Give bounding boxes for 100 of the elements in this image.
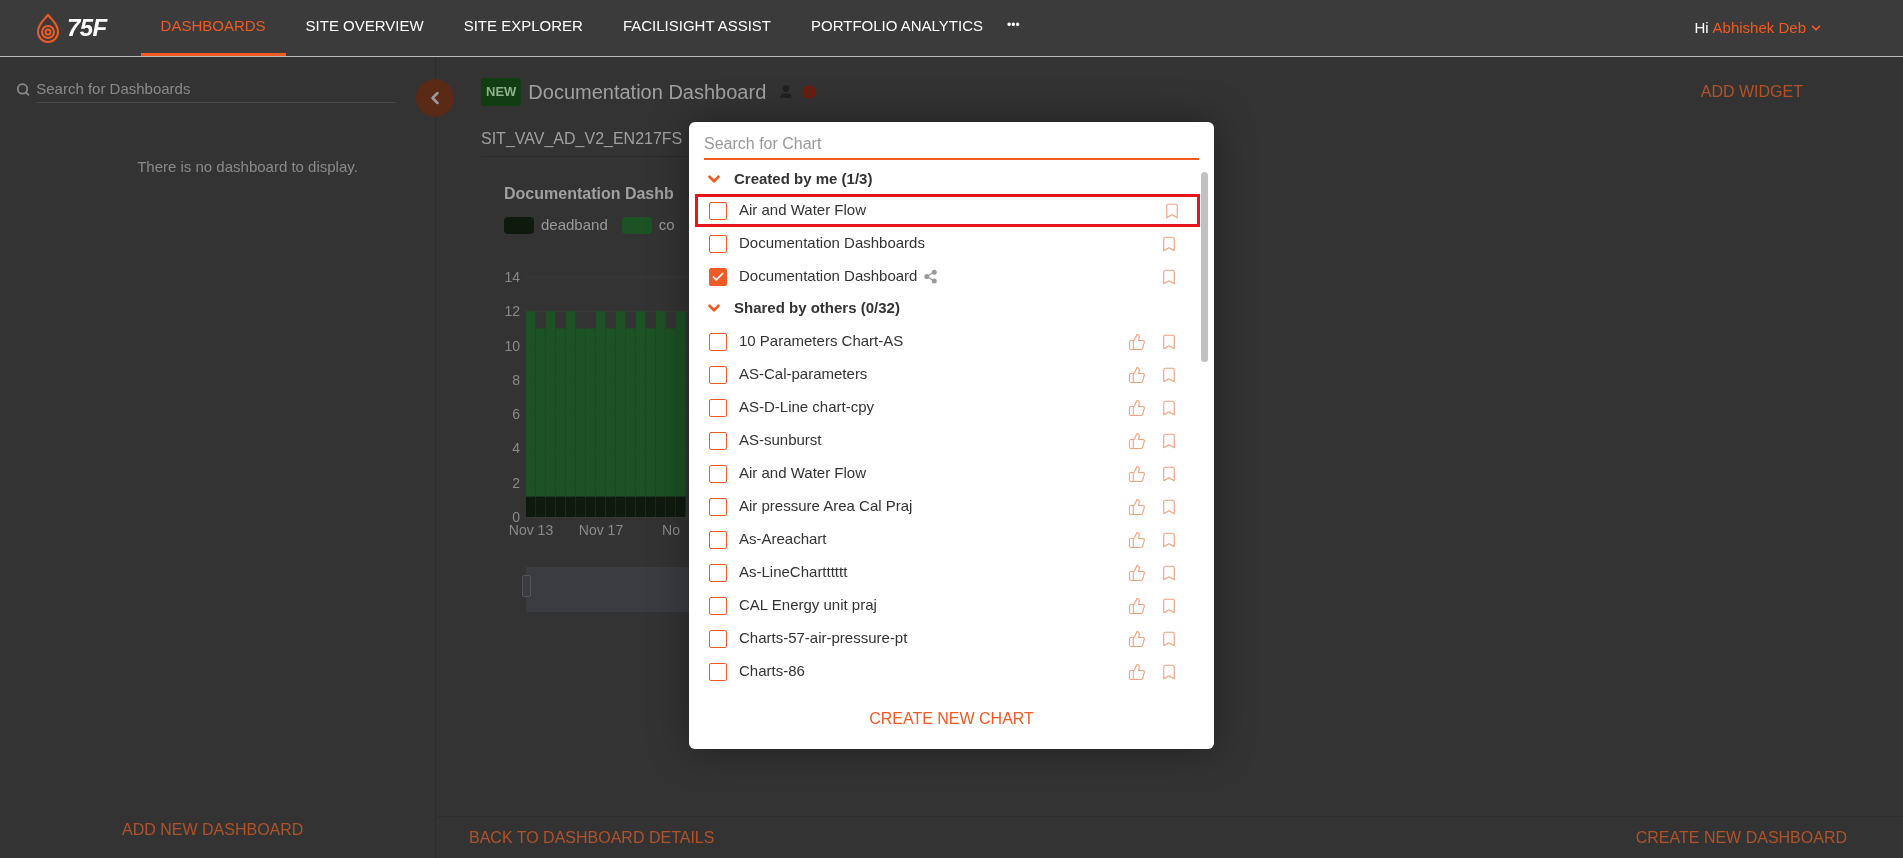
empty-message: There is no dashboard to display.	[136, 157, 359, 177]
chart-list-item[interactable]: CAL Energy unit praj	[689, 589, 1214, 622]
nav-tab[interactable]: SITE EXPLORER	[443, 0, 603, 56]
chart-list-item[interactable]: Charts-57-air-pressure-pt	[689, 622, 1214, 655]
thumbs-up-icon[interactable]	[1128, 464, 1146, 483]
checkbox[interactable]	[709, 596, 727, 615]
y-tick-label: 12	[504, 302, 520, 319]
checkbox[interactable]	[709, 267, 727, 286]
chart-list-item[interactable]: Documentation Dashboard	[689, 260, 1214, 293]
bookmark-icon[interactable]	[1160, 596, 1178, 615]
bookmark-icon[interactable]	[1163, 201, 1181, 220]
range-handle[interactable]	[522, 574, 531, 597]
chart-name: CAL Energy unit praj	[739, 595, 877, 616]
collapse-sidebar-button[interactable]	[416, 79, 454, 117]
bookmark-icon[interactable]	[1160, 530, 1178, 549]
checkbox[interactable]	[709, 398, 727, 417]
search-icon	[16, 81, 31, 97]
chart-list-item[interactable]: As-Areachart	[689, 523, 1214, 556]
bookmark-icon[interactable]	[1160, 464, 1178, 483]
chart-name: Air and Water Flow	[739, 200, 866, 221]
chart-name: As-Areachart	[739, 529, 827, 550]
chart-name: Documentation Dashboard	[739, 266, 918, 287]
chart-list-item[interactable]: AS-Cal-parameters	[689, 358, 1214, 391]
chart-name: Charts-86	[739, 661, 805, 682]
checkbox[interactable]	[709, 431, 727, 450]
scrollbar-thumb[interactable]	[1201, 172, 1208, 362]
chart-list-item[interactable]: As-LineChartttttt	[689, 556, 1214, 589]
thumbs-up-icon[interactable]	[1128, 365, 1146, 384]
checkbox[interactable]	[709, 563, 727, 582]
checkbox[interactable]	[709, 464, 727, 483]
chart-list-item[interactable]: Air pressure Area Cal Praj	[689, 490, 1214, 523]
info-icon	[800, 83, 819, 101]
nav-tab[interactable]: PORTFOLIO ANALYTICS	[791, 0, 1003, 56]
thumbs-up-icon[interactable]	[1128, 662, 1146, 681]
nav-tab[interactable]: SITE OVERVIEW	[285, 0, 444, 56]
more-button[interactable]: •••	[1007, 0, 1020, 56]
thumbs-up-icon[interactable]	[1128, 398, 1146, 417]
bookmark-icon[interactable]	[1160, 234, 1178, 253]
bookmark-icon[interactable]	[1160, 365, 1178, 384]
chart-list-item[interactable]: Air and Water Flow	[695, 194, 1200, 227]
bookmark-icon[interactable]	[1160, 332, 1178, 351]
checkbox[interactable]	[709, 530, 727, 549]
thumbs-up-icon[interactable]	[1128, 497, 1146, 516]
thumbs-up-icon[interactable]	[1128, 629, 1146, 648]
y-tick-label: 10	[504, 337, 520, 354]
thumbs-up-icon[interactable]	[1128, 530, 1146, 549]
bookmark-icon[interactable]	[1160, 267, 1178, 286]
nav-tab[interactable]: FACILISIGHT ASSIST	[602, 0, 791, 56]
chart-list-item[interactable]: Air and Water Flow	[689, 457, 1214, 490]
share-icon[interactable]	[923, 269, 939, 284]
y-tick-label: 14	[504, 268, 520, 285]
bookmark-icon[interactable]	[1160, 629, 1178, 648]
y-tick-label: 2	[512, 474, 520, 491]
bookmark-icon[interactable]	[1160, 563, 1178, 582]
chart-name: Documentation Dashboards	[739, 233, 925, 254]
chart-name: AS-D-Line chart-cpy	[739, 397, 875, 418]
chart-list-item[interactable]: Documentation Dashboards	[689, 227, 1214, 260]
thumbs-up-icon[interactable]	[1128, 431, 1146, 450]
x-tick-label: Nov 17	[578, 521, 624, 537]
chart-name: 10 Parameters Chart-AS	[739, 331, 904, 352]
bookmark-icon[interactable]	[1160, 431, 1178, 450]
chart-list-item[interactable]: AS-sunburst	[689, 424, 1214, 457]
chart-list-item[interactable]: 10 Parameters Chart-AS	[689, 325, 1214, 358]
chart-list-item[interactable]: Charts-86	[689, 655, 1214, 688]
legend-label: co	[658, 215, 675, 235]
chart-name: As-LineChartttttt	[739, 562, 848, 583]
chart-search-field[interactable]: Search for Chart	[704, 130, 1199, 160]
dashboard-title: Documentation Dashboard	[528, 80, 767, 105]
bookmark-icon[interactable]	[1160, 662, 1178, 681]
y-tick-label: 6	[512, 405, 520, 422]
greeting: Hi	[1694, 17, 1709, 38]
thumbs-up-icon[interactable]	[1128, 596, 1146, 615]
bookmark-icon[interactable]	[1160, 497, 1178, 516]
checkbox[interactable]	[709, 365, 727, 384]
chart-name: Charts-57-air-pressure-pt	[739, 628, 908, 649]
checkbox[interactable]	[709, 201, 727, 220]
chart-title: Documentation Dashb	[503, 184, 675, 204]
chart-name: AS-Cal-parameters	[739, 364, 868, 385]
logo-icon	[35, 13, 61, 43]
bookmark-icon[interactable]	[1160, 398, 1178, 417]
y-tick-label: 4	[512, 439, 520, 456]
section-header[interactable]: Shared by others (0/32)	[689, 293, 900, 323]
dashboard-search-field[interactable]: Search for Dashboards	[36, 75, 396, 103]
logo-text: 75F	[67, 13, 107, 43]
chart-name: AS-sunburst	[739, 430, 822, 451]
new-badge: NEW	[481, 78, 522, 106]
y-tick-label: 8	[512, 371, 520, 388]
checkbox[interactable]	[709, 662, 727, 681]
section-header[interactable]: Created by me (1/3)	[689, 164, 873, 194]
chart-name: Air and Water Flow	[739, 463, 866, 484]
checkbox[interactable]	[709, 629, 727, 648]
x-tick-label: No	[662, 521, 680, 537]
thumbs-up-icon[interactable]	[1128, 563, 1146, 582]
chart-list-item[interactable]: AS-D-Line chart-cpy	[689, 391, 1214, 424]
chart-name: Air pressure Area Cal Praj	[739, 496, 913, 517]
checkbox[interactable]	[709, 234, 727, 253]
checkbox[interactable]	[709, 497, 727, 516]
checkbox[interactable]	[709, 332, 727, 351]
thumbs-up-icon[interactable]	[1128, 332, 1146, 351]
legend-label: deadband	[541, 215, 608, 235]
